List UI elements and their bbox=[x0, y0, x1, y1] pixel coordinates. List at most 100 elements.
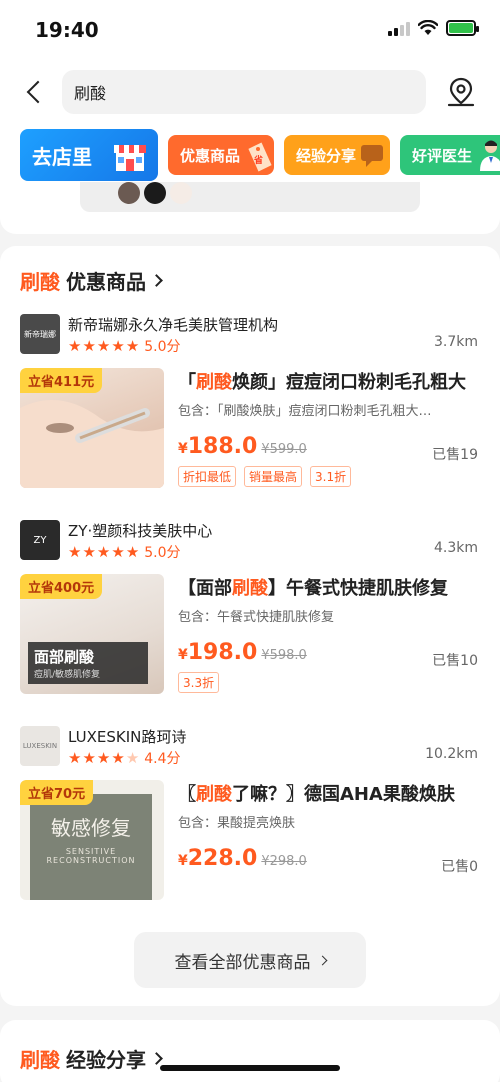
price-value: 228.0 bbox=[187, 846, 258, 871]
status-time: 19:40 bbox=[35, 18, 99, 42]
tab-experience[interactable]: 经验分享 bbox=[284, 135, 390, 175]
shop-logo-text: ZY bbox=[33, 534, 47, 546]
shop-logo-text: 新帝瑞娜 bbox=[24, 329, 56, 339]
title-suffix: 了嘛？〗德国AHA果酸焕肤 bbox=[232, 784, 455, 805]
product-card[interactable]: 面部刷酸 痘肌/敏感肌修复 立省400元 【面部刷酸】午餐式快捷肌肤修复 包含：… bbox=[20, 574, 480, 694]
tab-deals[interactable]: 优惠商品 省 bbox=[168, 135, 274, 175]
section-keyword: 刷酸 bbox=[20, 270, 60, 294]
doctor-icon bbox=[480, 140, 500, 171]
image-caption-sub: SENSITIVE bbox=[65, 847, 117, 856]
product-image-panel: 敏感修复 SENSITIVE RECONSTRUCTION bbox=[30, 794, 152, 900]
shop-header[interactable]: 新帝瑞娜 新帝瑞娜永久净毛美肤管理机构 ★ ★ ★ ★ ★ 5.0分 3.7km bbox=[20, 314, 480, 356]
search-input[interactable]: 刷酸 bbox=[62, 70, 426, 114]
star-icon: ★ bbox=[96, 543, 111, 561]
star-icon: ★ bbox=[96, 337, 111, 355]
tab-store-label: 去店里 bbox=[32, 144, 92, 169]
product-tags: 3.3折 bbox=[178, 672, 220, 693]
store-icon bbox=[114, 145, 146, 171]
svg-text:省: 省 bbox=[253, 154, 263, 166]
price-value: 198.0 bbox=[187, 640, 258, 665]
product-tag: 折扣最低 bbox=[178, 466, 237, 487]
shop-rating: ★ ★ ★ ★ ★ 5.0分 bbox=[68, 542, 181, 562]
section-title-text: 优惠商品 bbox=[66, 270, 146, 294]
shop-rating: ★ ★ ★ ★ ★ 4.4分 bbox=[68, 748, 181, 768]
star-icon: ★ bbox=[111, 543, 125, 561]
shop-logo-text: LUXESKIN bbox=[22, 742, 58, 750]
original-price: ¥598.0 bbox=[261, 648, 307, 663]
sold-count: 已售19 bbox=[432, 447, 478, 463]
shop-logo: LUXESKIN bbox=[20, 726, 60, 766]
back-button[interactable] bbox=[20, 75, 50, 109]
star-icon: ★ bbox=[82, 749, 96, 767]
section-keyword: 刷酸 bbox=[20, 1048, 60, 1072]
product-card[interactable]: 敏感修复 SENSITIVE RECONSTRUCTION 立省70元 〖刷酸了… bbox=[20, 780, 480, 900]
product-title: 〖刷酸了嘛？〗德国AHA果酸焕肤 bbox=[178, 780, 478, 806]
star-icon: ★ bbox=[68, 337, 82, 355]
star-icon: ★ bbox=[125, 543, 140, 561]
shop-distance: 10.2km bbox=[425, 746, 478, 762]
status-bar: 19:40 bbox=[0, 0, 500, 60]
title-keyword: 刷酸 bbox=[196, 372, 232, 393]
avatar bbox=[118, 182, 140, 204]
wifi-icon bbox=[418, 20, 438, 35]
save-badge: 立省70元 bbox=[20, 780, 94, 805]
product-price: ¥188.0 ¥599.0 bbox=[178, 434, 307, 459]
product-tag: 3.1折 bbox=[310, 466, 352, 487]
map-pin-icon[interactable] bbox=[444, 75, 478, 109]
tab-deals-label: 优惠商品 bbox=[180, 146, 241, 165]
image-caption-sub: 痘肌/敏感肌修复 bbox=[34, 670, 101, 680]
back-chevron-icon bbox=[26, 80, 50, 104]
shop-name: ZY·塑颜科技美肤中心 bbox=[68, 522, 213, 540]
view-all-deals-button[interactable]: 查看全部优惠商品 bbox=[134, 932, 366, 988]
shop-header[interactable]: LUXESKIN LUXESKIN路珂诗 ★ ★ ★ ★ ★ 4.4分 10.2km bbox=[20, 726, 480, 768]
chevron-right-icon bbox=[317, 955, 327, 965]
star-icon: ★ bbox=[68, 543, 82, 561]
star-icon: ★ bbox=[82, 337, 96, 355]
view-all-label: 查看全部优惠商品 bbox=[174, 952, 311, 973]
product-image: 面部刷酸 痘肌/敏感肌修复 立省400元 bbox=[20, 574, 164, 694]
product-card[interactable]: 立省411元 「刷酸焕颜」痘痘闭口粉刺毛孔粗大 包含：「刷酸焕肤」痘痘闭口粉刺毛… bbox=[20, 368, 480, 488]
title-keyword: 刷酸 bbox=[196, 784, 232, 805]
home-indicator[interactable] bbox=[160, 1065, 340, 1071]
title-suffix: 焕颜」痘痘闭口粉刺毛孔粗大 bbox=[232, 372, 466, 393]
shop-rating: ★ ★ ★ ★ ★ 5.0分 bbox=[68, 336, 181, 356]
experience-section-title[interactable]: 刷酸 经验分享 bbox=[20, 1044, 163, 1073]
save-badge: 立省411元 bbox=[20, 368, 103, 393]
tab-experience-label: 经验分享 bbox=[296, 146, 357, 165]
shop-score: 4.4分 bbox=[144, 751, 181, 767]
star-icon: ★ bbox=[82, 543, 96, 561]
shop-header[interactable]: ZY ZY·塑颜科技美肤中心 ★ ★ ★ ★ ★ 5.0分 4.3km bbox=[20, 520, 480, 562]
product-title: 「刷酸焕颜」痘痘闭口粉刺毛孔粗大 bbox=[178, 368, 478, 394]
deals-section: 刷酸 优惠商品 新帝瑞娜 新帝瑞娜永久净毛美肤管理机构 ★ ★ ★ ★ ★ 5.0分 3… bbox=[0, 246, 500, 1006]
shop-logo: 新帝瑞娜 bbox=[20, 314, 60, 354]
product-title: 【面部刷酸】午餐式快捷肌肤修复 bbox=[178, 574, 478, 600]
image-caption-title: 敏感修复 bbox=[51, 816, 131, 840]
save-badge: 立省400元 bbox=[20, 574, 103, 599]
search-query-text: 刷酸 bbox=[74, 84, 107, 103]
battery-icon bbox=[446, 20, 479, 36]
tab-store[interactable]: 去店里 bbox=[20, 129, 158, 181]
tab-doctors[interactable]: 好评医生 bbox=[400, 135, 500, 175]
star-icon: ★ bbox=[125, 749, 140, 767]
avatar bbox=[144, 182, 166, 204]
product-image: 立省411元 bbox=[20, 368, 164, 488]
product-tag: 3.3折 bbox=[178, 672, 220, 693]
chevron-right-icon bbox=[150, 1052, 163, 1065]
shop-name: LUXESKIN路珂诗 bbox=[68, 728, 187, 746]
currency-symbol: ¥ bbox=[178, 647, 188, 663]
search-header: 刷酸 bbox=[0, 60, 500, 124]
experience-section: 刷酸 经验分享 bbox=[0, 1020, 500, 1082]
product-tag: 销量最高 bbox=[244, 466, 303, 487]
shop-logo: ZY bbox=[20, 520, 60, 560]
shop-distance: 4.3km bbox=[433, 540, 478, 556]
deals-section-title[interactable]: 刷酸 优惠商品 bbox=[20, 266, 163, 295]
image-caption-sub2: RECONSTRUCTION bbox=[46, 856, 136, 865]
shop-distance: 3.7km bbox=[433, 334, 478, 350]
title-suffix: 】午餐式快捷肌肤修复 bbox=[268, 578, 448, 599]
discount-tag-icon: 省 bbox=[248, 142, 272, 172]
title-prefix: 【面部 bbox=[178, 578, 232, 599]
star-icon: ★ bbox=[96, 749, 111, 767]
original-price: ¥599.0 bbox=[261, 442, 307, 457]
title-prefix: 〖 bbox=[178, 784, 196, 805]
product-includes: 包含：果酸提亮焕肤 bbox=[178, 816, 296, 831]
